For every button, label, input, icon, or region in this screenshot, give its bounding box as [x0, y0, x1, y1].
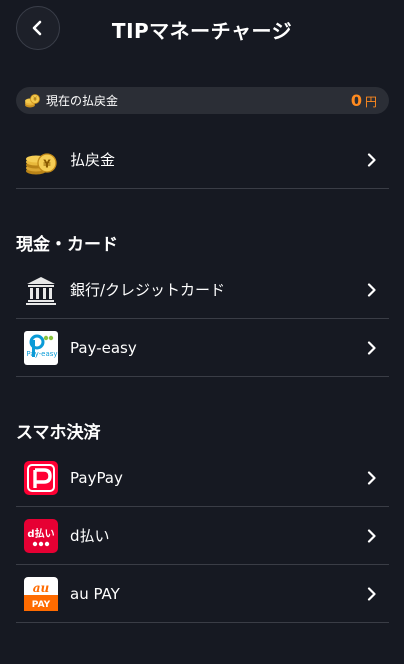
svg-text:¥: ¥	[33, 96, 37, 103]
balance-unit: 円	[364, 95, 377, 109]
balance-amount: 0 円	[351, 91, 377, 110]
coins-icon: ¥	[25, 93, 40, 107]
coins-stack-icon: ¥	[24, 143, 58, 177]
svg-text:Pay-easy: Pay-easy	[26, 350, 57, 358]
pay-easy-item[interactable]: Pay-easy Pay-easy	[16, 319, 389, 377]
balance-label: 現在の払戻金	[46, 94, 119, 108]
d-barai-item[interactable]: d払い d払い	[16, 507, 389, 565]
chevron-right-icon	[365, 282, 379, 297]
refund-label: 払戻金	[70, 151, 116, 169]
chevron-right-icon	[365, 340, 379, 355]
bank-credit-card-item[interactable]: 銀行/クレジットカード	[16, 261, 389, 319]
payeasy-logo-icon: Pay-easy	[24, 330, 58, 365]
d-barai-label: d払い	[70, 527, 110, 545]
paypay-logo-icon	[24, 460, 58, 495]
chevron-right-icon	[365, 586, 379, 601]
svg-text:¥: ¥	[43, 157, 51, 170]
bank-credit-card-label: 銀行/クレジットカード	[70, 281, 226, 299]
au-pay-logo-icon: au PAY	[24, 576, 58, 611]
pay-easy-label: Pay-easy	[70, 338, 137, 357]
refund-item[interactable]: ¥ 払戻金	[16, 131, 389, 189]
header-bar: TIPマネーチャージ	[0, 0, 404, 58]
bank-icon	[24, 273, 58, 307]
au-pay-item[interactable]: au PAY au PAY	[16, 565, 389, 623]
balance-bar: ¥ 現在の払戻金 0 円	[16, 87, 389, 114]
paypay-item[interactable]: PayPay	[16, 449, 389, 507]
cash-card-section-title: 現金・カード	[16, 235, 118, 255]
chevron-right-icon	[365, 528, 379, 543]
chevron-right-icon	[365, 152, 379, 167]
chevron-right-icon	[365, 470, 379, 485]
svg-text:PAY: PAY	[32, 600, 51, 610]
svg-text:d払い: d払い	[27, 527, 54, 540]
page-title: TIPマネーチャージ	[111, 19, 293, 43]
paypay-label: PayPay	[70, 468, 123, 487]
svg-text:au: au	[33, 581, 50, 595]
balance-value: 0	[350, 91, 362, 110]
smartphone-payment-section-title: スマホ決済	[16, 423, 101, 443]
d-barai-logo-icon: d払い	[24, 518, 58, 553]
au-pay-label: au PAY	[70, 584, 120, 603]
